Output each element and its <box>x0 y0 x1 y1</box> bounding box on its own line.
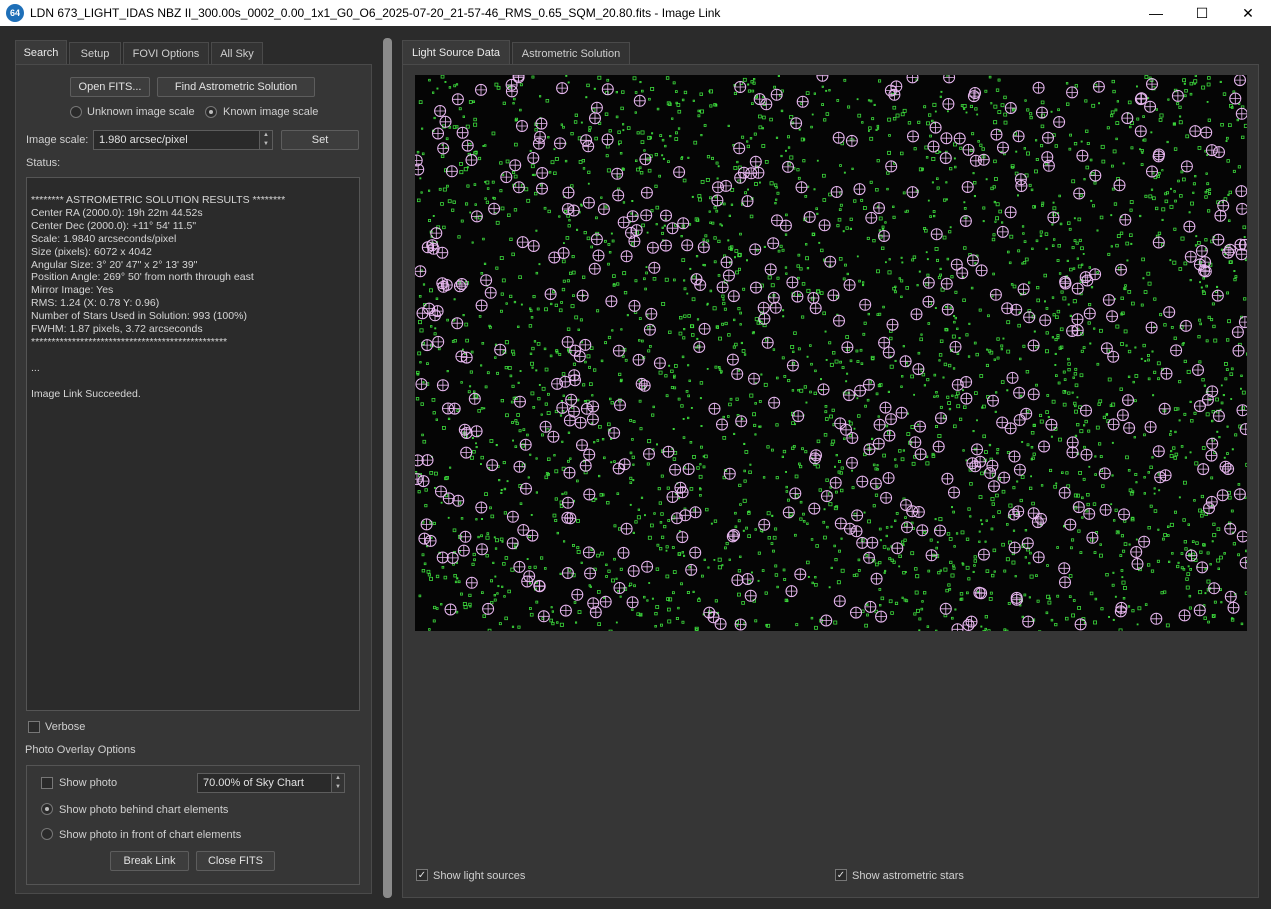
show-astrometric-stars-checkbox[interactable]: ✓ <box>835 869 847 881</box>
minimize-button[interactable]: — <box>1133 0 1179 26</box>
opacity-value: 70.00% of Sky Chart <box>203 777 304 789</box>
status-line: Number of Stars Used in Solution: 993 (1… <box>31 310 247 323</box>
status-line: Center Dec (2000.0): +11° 54' 11.5" <box>31 219 197 232</box>
tab-astrometric-solution[interactable]: Astrometric Solution <box>512 42 630 64</box>
status-line: ... <box>31 361 40 374</box>
tab-setup[interactable]: Setup <box>69 42 121 64</box>
status-line: Angular Size: 3° 20' 47" x 2° 13' 39" <box>31 258 198 271</box>
photo-behind-label: Show photo behind chart elements <box>59 804 229 816</box>
status-label: Status: <box>26 157 61 169</box>
image-scale-input[interactable]: 1.980 arcsec/pixel ▲ ▼ <box>93 130 273 150</box>
show-photo-label: Show photo <box>59 777 118 789</box>
status-line: ******** ASTROMETRIC SOLUTION RESULTS **… <box>31 194 286 206</box>
image-scale-value: 1.980 arcsec/pixel <box>99 134 188 146</box>
known-scale-radio[interactable] <box>205 106 217 118</box>
known-scale-label: Known image scale <box>223 106 319 118</box>
open-fits-button[interactable]: Open FITS... <box>70 77 150 97</box>
break-link-button[interactable]: Break Link <box>110 851 189 871</box>
status-line: ****************************************… <box>31 335 228 348</box>
verbose-label: Verbose <box>45 721 86 733</box>
set-button[interactable]: Set <box>281 130 359 150</box>
status-line: Mirror Image: Yes <box>31 284 114 297</box>
unknown-scale-label: Unknown image scale <box>87 106 195 118</box>
app-icon: 64 <box>6 4 24 22</box>
show-astrometric-stars-label: Show astrometric stars <box>852 870 964 882</box>
star-field-image[interactable] <box>410 69 1252 636</box>
window-title: LDN 673_LIGHT_IDAS NBZ II_300.00s_0002_0… <box>30 6 721 20</box>
find-astrometric-solution-button[interactable]: Find Astrometric Solution <box>157 77 315 97</box>
status-line: Scale: 1.9840 arcseconds/pixel <box>31 232 177 245</box>
status-line: Position Angle: 269° 50' from north thro… <box>31 271 254 284</box>
tab-light-source-data[interactable]: Light Source Data <box>402 40 510 65</box>
status-line <box>31 349 355 362</box>
light-source-markers <box>414 74 1250 634</box>
status-line: Size (pixels): 6072 x 4042 <box>31 245 152 258</box>
star-overlay <box>410 69 1252 636</box>
tab-search[interactable]: Search <box>15 40 67 65</box>
show-photo-checkbox[interactable] <box>41 777 53 789</box>
status-line: FWHM: 1.87 pixels, 3.72 arcseconds <box>31 323 203 336</box>
maximize-button[interactable]: ☐ <box>1179 0 1225 26</box>
title-bar: 64 LDN 673_LIGHT_IDAS NBZ II_300.00s_000… <box>0 0 1271 26</box>
astrometric-star-markers <box>410 69 1252 636</box>
tab-fovi-options[interactable]: FOVI Options <box>123 42 209 64</box>
show-light-sources-label: Show light sources <box>433 870 526 882</box>
spin-arrows-icon[interactable]: ▲ ▼ <box>259 131 272 149</box>
photo-behind-radio[interactable] <box>41 803 53 815</box>
opacity-input[interactable]: 70.00% of Sky Chart ▲ ▼ <box>197 773 345 793</box>
photo-front-label: Show photo in front of chart elements <box>59 829 242 841</box>
photo-front-radio[interactable] <box>41 828 53 840</box>
unknown-scale-radio[interactable] <box>70 106 82 118</box>
tab-all-sky[interactable]: All Sky <box>211 42 263 64</box>
status-output[interactable]: ******** ASTROMETRIC SOLUTION RESULTS **… <box>26 177 360 711</box>
status-line: Image Link Succeeded. <box>31 387 141 400</box>
close-button[interactable]: ✕ <box>1225 0 1271 26</box>
panel-splitter[interactable] <box>383 38 392 898</box>
spin-arrows-icon[interactable]: ▲ ▼ <box>331 774 344 792</box>
image-scale-label: Image scale: <box>26 134 89 146</box>
status-line: Center RA (2000.0): 19h 22m 44.52s <box>31 206 203 219</box>
close-fits-button[interactable]: Close FITS <box>196 851 275 871</box>
status-line <box>31 375 355 388</box>
show-light-sources-checkbox[interactable]: ✓ <box>416 869 428 881</box>
verbose-checkbox[interactable] <box>28 721 40 733</box>
photo-overlay-title: Photo Overlay Options <box>25 744 136 756</box>
status-line: RMS: 1.24 (X: 0.78 Y: 0.96) <box>31 297 160 310</box>
